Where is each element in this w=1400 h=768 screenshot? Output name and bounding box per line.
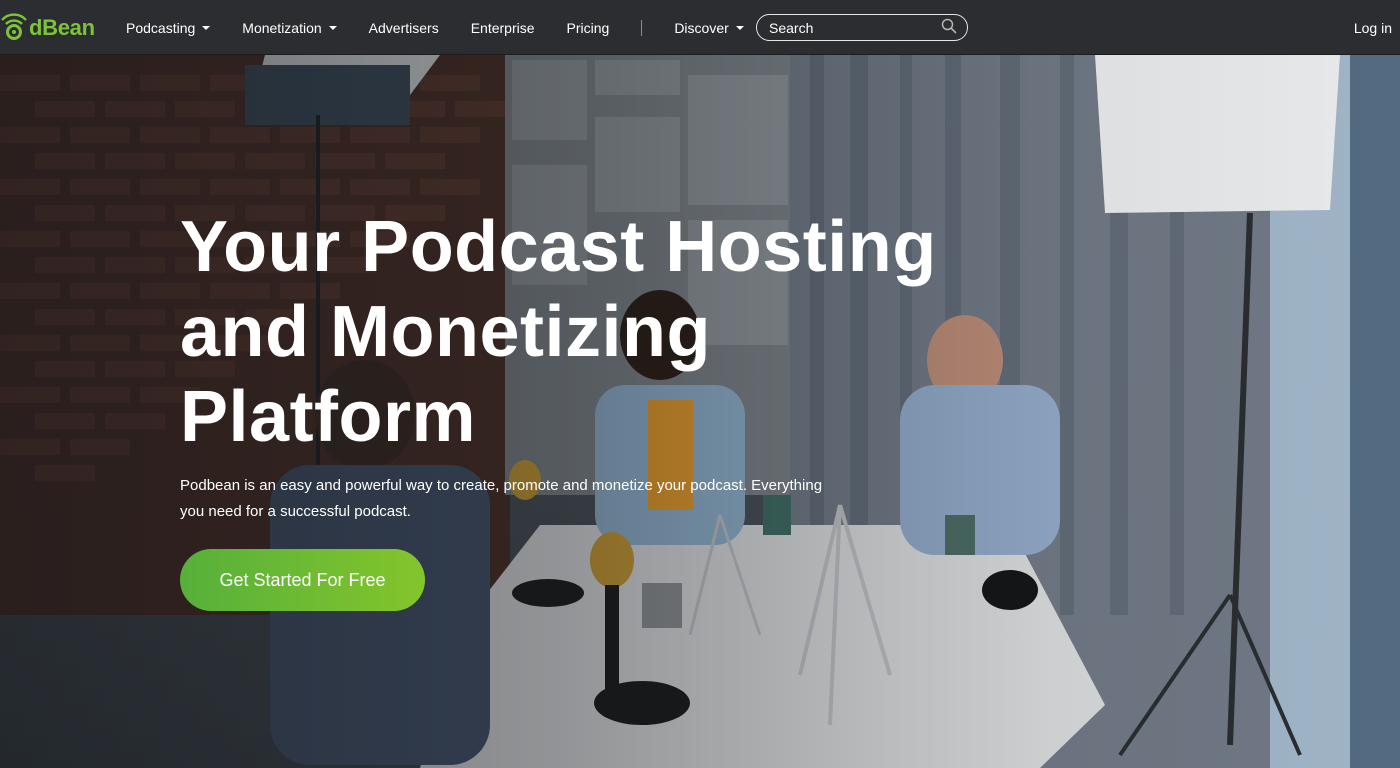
logo-text: dBean xyxy=(29,15,95,40)
search-input[interactable]: Search xyxy=(756,14,968,41)
search-placeholder: Search xyxy=(769,19,814,36)
podbean-logo-icon xyxy=(0,12,28,44)
chevron-down-icon xyxy=(735,25,744,30)
nav-monetization[interactable]: Monetization xyxy=(226,20,352,36)
nav-advertisers[interactable]: Advertisers xyxy=(353,20,455,36)
search-icon[interactable] xyxy=(941,18,957,37)
hero-title-line: Platform xyxy=(180,377,477,457)
nav-divider xyxy=(641,19,643,36)
nav-enterprise[interactable]: Enterprise xyxy=(455,20,551,36)
nav-pricing[interactable]: Pricing xyxy=(551,20,626,36)
hero-section: Your Podcast Hosting and Monetizing Plat… xyxy=(0,55,1400,768)
login-link[interactable]: Log in xyxy=(1354,0,1392,55)
chevron-down-icon xyxy=(202,25,211,30)
nav-discover[interactable]: Discover xyxy=(658,20,759,36)
nav-podcasting[interactable]: Podcasting xyxy=(110,20,226,36)
hero-subtitle: Podbean is an easy and powerful way to c… xyxy=(180,477,823,520)
hero-title-line: Your Podcast Hosting xyxy=(180,207,937,287)
get-started-button[interactable]: Get Started For Free xyxy=(180,549,425,611)
chevron-down-icon xyxy=(328,25,337,30)
hero-title-line: and Monetizing xyxy=(180,292,711,372)
podbean-logo[interactable]: dBean xyxy=(0,12,95,44)
hero-title: Your Podcast Hosting and Monetizing Plat… xyxy=(180,205,940,460)
main-nav: Podcasting Monetization Advertisers Ente… xyxy=(110,0,760,55)
top-navigation-bar: dBean Podcasting Monetization Advertiser… xyxy=(0,0,1400,55)
